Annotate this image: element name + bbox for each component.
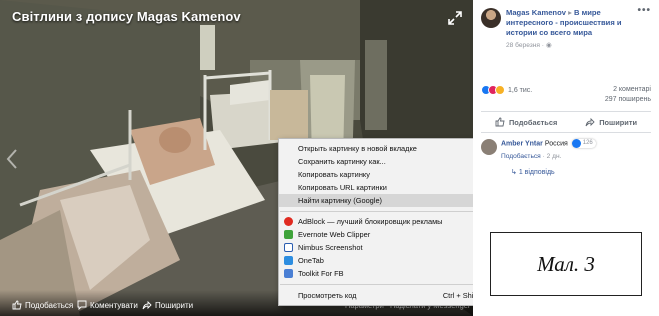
viewer-share-label: Поширити: [155, 300, 194, 310]
menu-evernote[interactable]: Evernote Web Clipper ▶: [279, 228, 502, 241]
menu-divider: [280, 211, 501, 212]
reply-arrow-icon: ↳: [511, 169, 519, 176]
menu-item-label: Найти картинку (Google): [298, 196, 383, 205]
sad-reaction-icon: [495, 85, 505, 95]
previous-photo-icon[interactable]: [6, 148, 18, 170]
share-icon: [585, 117, 595, 127]
menu-toolkit-fb[interactable]: Toolkit For FB: [279, 267, 502, 280]
onetab-icon: [284, 256, 293, 265]
menu-item-label: Просмотреть код: [298, 291, 357, 300]
replies-count: 1 відповідь: [518, 169, 555, 176]
menu-save-image-as[interactable]: Сохранить картинку как...: [279, 155, 502, 168]
menu-item-label: Evernote Web Clipper: [298, 230, 371, 239]
comment-reactions-badge[interactable]: 126: [571, 139, 596, 148]
commenter-name[interactable]: Amber Yntar: [501, 140, 543, 147]
globe-icon: ◉: [545, 42, 552, 49]
viewer-like-label: Подобається: [25, 300, 74, 310]
like-reaction-icon: [571, 139, 581, 148]
evernote-icon: [284, 230, 293, 239]
comment-text: Россия: [542, 140, 568, 148]
author-name[interactable]: Magas Kamenov: [506, 8, 566, 17]
post-date-text: 28 березня ·: [506, 42, 546, 49]
author-avatar[interactable]: [481, 8, 501, 28]
post-date[interactable]: 28 березня · ◉: [506, 41, 552, 49]
comment-bubble: Amber Yntar Россия 126: [501, 139, 596, 148]
share-button[interactable]: Поширити: [585, 117, 637, 127]
expand-icon[interactable]: [447, 10, 463, 26]
menu-item-label: Сохранить картинку как...: [298, 157, 386, 166]
comments-count[interactable]: 2 коментарі: [605, 85, 651, 95]
menu-copy-image-url[interactable]: Копировать URL картинки: [279, 181, 502, 194]
reactions-summary[interactable]: 1,6 тис.: [481, 85, 532, 95]
menu-item-label: Копировать URL картинки: [298, 183, 387, 192]
menu-item-label: Открыть картинку в новой вкладке: [298, 144, 417, 153]
commenter-avatar[interactable]: [481, 139, 497, 155]
nimbus-icon: [284, 243, 293, 252]
menu-item-label: Копировать картинку: [298, 170, 370, 179]
like-button[interactable]: Подобається: [495, 117, 557, 127]
menu-item-label: OneTab: [298, 256, 324, 265]
menu-copy-image[interactable]: Копировать картинку: [279, 168, 502, 181]
menu-item-label: AdBlock — лучший блокировщик рекламы: [298, 217, 443, 226]
viewer-like-button[interactable]: Подобається: [12, 300, 73, 310]
comment-icon: [77, 300, 87, 310]
figure-caption-box: Мал. 3: [490, 232, 642, 296]
viewer-share-button[interactable]: Поширити: [142, 300, 193, 310]
menu-inspect[interactable]: Просмотреть код Ctrl + Shift + I: [279, 289, 502, 302]
more-options-icon[interactable]: •••: [637, 5, 651, 16]
post-actions: Подобається Поширити: [481, 111, 651, 133]
post-stats: 2 коментарі 297 поширень: [605, 85, 651, 105]
adblock-icon: [284, 217, 293, 226]
reactions-count: 1,6 тис.: [508, 86, 533, 94]
menu-adblock[interactable]: AdBlock — лучший блокировщик рекламы ▶: [279, 215, 502, 228]
comment-reactions-count: 126: [582, 140, 593, 146]
menu-nimbus[interactable]: Nimbus Screenshot: [279, 241, 502, 254]
viewer-title: Світлини з допису Magas Kamenov: [12, 9, 241, 24]
post-header: Magas Kamenov ▸ В мире интересного - про…: [506, 8, 641, 38]
menu-divider: [280, 284, 501, 285]
comment-like-link[interactable]: Подобається: [501, 153, 541, 160]
menu-onetab[interactable]: OneTab: [279, 254, 502, 267]
view-replies-link[interactable]: ↳ 1 відповідь: [511, 168, 555, 176]
thumbs-up-icon: [495, 117, 505, 127]
shares-count[interactable]: 297 поширень: [605, 95, 651, 105]
menu-open-image-new-tab[interactable]: Открыть картинку в новой вкладке: [279, 142, 502, 155]
context-menu: Открыть картинку в новой вкладке Сохрани…: [278, 138, 503, 306]
menu-item-label: Toolkit For FB: [298, 269, 344, 278]
menu-item-label: Nimbus Screenshot: [298, 243, 363, 252]
like-label: Подобається: [508, 117, 558, 127]
figure-caption: Мал. 3: [537, 251, 595, 276]
viewer-comment-button[interactable]: Коментувати: [77, 300, 138, 310]
viewer-comment-label: Коментувати: [90, 300, 138, 310]
share-icon: [142, 300, 152, 310]
thumbs-up-icon: [12, 300, 22, 310]
arrow-right-icon: ▸: [568, 8, 572, 17]
share-label: Поширити: [599, 117, 637, 127]
toolkit-fb-icon: [284, 269, 293, 278]
comment-meta: Подобається · 2 дн.: [501, 153, 561, 160]
menu-search-image-google[interactable]: Найти картинку (Google): [279, 194, 502, 207]
comment-time: · 2 дн.: [540, 153, 562, 160]
